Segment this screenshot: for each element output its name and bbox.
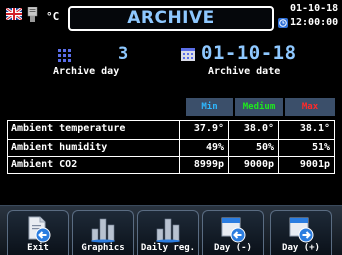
archive-table: Min Medium Max Ambient temperature 37.9°… — [7, 98, 335, 174]
sd-card-icon — [27, 7, 38, 22]
row-label: Ambient CO2 — [11, 159, 78, 170]
calendar-icon — [181, 48, 195, 61]
row-medium-value: 50% — [255, 142, 274, 153]
table-body: Ambient temperature 37.9° 38.0° 38.1° Am… — [7, 120, 335, 174]
archive-day-label: Archive day — [53, 66, 120, 77]
archive-screen: °C ARCHIVE 01-10-18 12:00:00 3 Archive d… — [0, 0, 342, 255]
next-day-icon — [289, 217, 314, 243]
table-header: Min Medium Max — [7, 98, 335, 116]
day-plus-button[interactable]: Day (+) — [270, 210, 332, 255]
row-min-value: 37.9° — [193, 123, 224, 134]
row-label: Ambient temperature — [11, 123, 126, 134]
row-min-value: 8999p — [193, 159, 224, 170]
header-time: 12:00:00 — [290, 17, 339, 28]
bar-chart-icon — [91, 218, 115, 243]
archive-date-label: Archive date — [208, 66, 281, 77]
day-minus-label: Day (-) — [214, 243, 252, 253]
row-medium-value: 38.0° — [243, 123, 274, 134]
row-medium-value: 9000p — [243, 159, 274, 170]
row-max-value: 38.1° — [299, 123, 330, 134]
column-header-max: Max — [285, 98, 335, 116]
day-minus-button[interactable]: Day (-) — [202, 210, 264, 255]
previous-day-icon — [221, 217, 246, 243]
archive-day-value: 3 — [118, 44, 129, 64]
daily-chart-icon — [156, 218, 180, 243]
table-row: Ambient CO2 8999p 9000p 9001p — [8, 156, 334, 173]
header-bar: °C ARCHIVE 01-10-18 12:00:00 — [0, 0, 342, 38]
exit-icon — [28, 216, 51, 243]
column-header-min: Min — [186, 98, 233, 116]
bottom-toolbar: Exit Graphics Daily reg. Day (-) Day (+) — [0, 205, 342, 255]
graphics-button[interactable]: Graphics — [72, 210, 134, 255]
archive-day-icon — [58, 49, 71, 62]
header-date: 01-10-18 — [290, 3, 339, 14]
clock-icon — [278, 18, 288, 28]
archive-date-value: 01-10-18 — [201, 42, 297, 64]
daily-reg-label: Daily reg. — [140, 243, 196, 253]
uk-flag-icon[interactable] — [6, 8, 22, 20]
daily-reg-button[interactable]: Daily reg. — [137, 210, 199, 255]
table-row: Ambient temperature 37.9° 38.0° 38.1° — [8, 121, 334, 138]
page-title: ARCHIVE — [68, 6, 274, 31]
column-header-medium: Medium — [235, 98, 283, 116]
temperature-unit: °C — [46, 10, 60, 23]
table-row: Ambient humidity 49% 50% 51% — [8, 139, 334, 156]
day-plus-label: Day (+) — [282, 243, 320, 253]
exit-label: Exit — [27, 243, 49, 253]
row-label: Ambient humidity — [11, 142, 108, 153]
row-max-value: 51% — [311, 142, 330, 153]
exit-button[interactable]: Exit — [7, 210, 69, 255]
row-max-value: 9001p — [299, 159, 330, 170]
row-min-value: 49% — [205, 142, 224, 153]
graphics-label: Graphics — [81, 243, 125, 253]
